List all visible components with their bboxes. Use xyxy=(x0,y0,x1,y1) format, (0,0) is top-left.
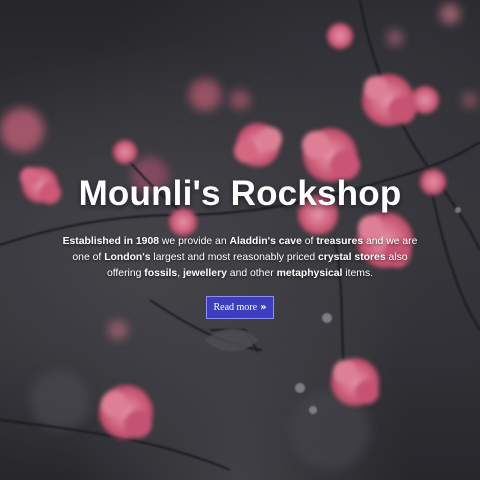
read-more-label: Read more xyxy=(213,302,258,313)
desc-text: and other xyxy=(226,268,277,279)
desc-text: largest and most reasonably priced xyxy=(150,252,319,263)
hero-content: Mounli's Rockshop Established in 1908 we… xyxy=(0,168,480,319)
established-year-text: Established in 1908 xyxy=(62,236,160,247)
desc-highlight: Aladdin's cave xyxy=(229,236,302,247)
desc-text: we provide an xyxy=(159,236,230,247)
desc-highlight: crystal stores xyxy=(318,252,386,263)
desc-highlight: London's xyxy=(104,252,151,263)
hero-description: Established in 1908 we provide an Aladdi… xyxy=(60,234,420,282)
hero-title: Mounli's Rockshop xyxy=(78,174,402,213)
desc-highlight: jewellery xyxy=(183,268,227,279)
desc-text: of xyxy=(301,236,317,247)
read-more-button[interactable]: Read more » xyxy=(206,296,274,319)
double-chevron-right-icon: » xyxy=(260,302,267,313)
desc-highlight: fossils xyxy=(144,268,178,279)
desc-highlight: metaphysical xyxy=(276,268,343,279)
desc-text: items. xyxy=(342,268,374,279)
desc-highlight: treasures xyxy=(316,236,364,247)
